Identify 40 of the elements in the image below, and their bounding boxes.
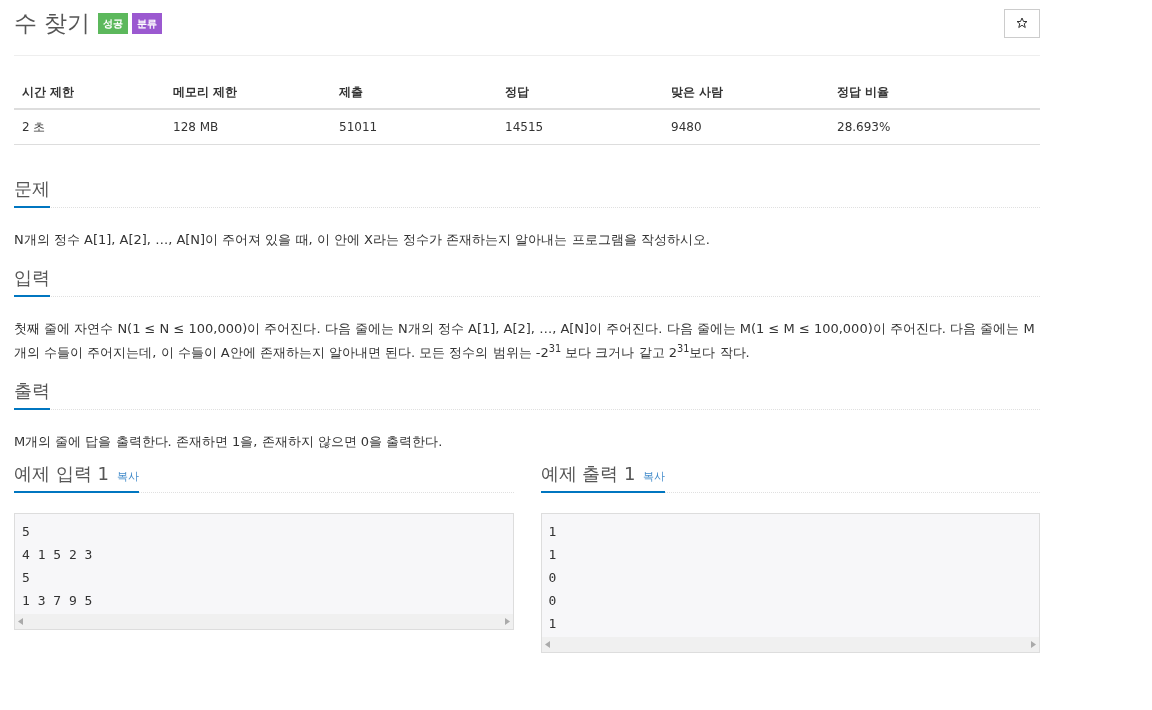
status-badge[interactable]: 분류	[132, 12, 163, 34]
code-line: 5	[22, 568, 31, 587]
scroll-right-arrow-icon[interactable]	[504, 617, 510, 625]
column-header: 정답 비율	[829, 75, 1040, 109]
star-button[interactable]	[1004, 8, 1040, 38]
section-heading: 입력	[14, 265, 50, 290]
scroll-left-arrow-icon[interactable]	[18, 617, 23, 625]
status-badge[interactable]: 성공	[98, 12, 129, 34]
code-line: 4 1 5 2 3	[22, 545, 94, 564]
copy-link[interactable]: 복사	[116, 468, 139, 485]
column-header: 맞은 사람	[663, 75, 829, 109]
table-cell: 14515	[497, 108, 663, 144]
column-header: 시간 제한	[14, 75, 165, 109]
code-line: 5	[22, 522, 31, 541]
description-text: M개의 줄에 답을 출력한다. 존재하면 1을, 존재하지 않으면 0을 출력한다.	[14, 432, 444, 451]
table-cell: 2 초	[14, 108, 165, 144]
section-heading: 예제 입력 1	[14, 461, 109, 486]
column-header: 제출	[331, 75, 497, 109]
section-heading: 예제 출력 1	[540, 461, 636, 486]
code-line: 1 3 7 9 5	[22, 591, 94, 610]
code-line: 0	[548, 568, 558, 587]
scroll-right-arrow-icon[interactable]	[1031, 640, 1036, 648]
description-text: N개의 정수 A[1], A[2], …, A[N]이 주어져 있을 때, 이 안에 X라는 정수가 존재하는지 알아내는 프로그램을 작성하시오.	[14, 230, 711, 249]
code-line: 1	[548, 545, 558, 564]
code-line: 1	[548, 614, 558, 633]
column-header: 메모리 제한	[165, 75, 331, 109]
problem-title: 수 찾기	[14, 9, 91, 38]
section-heading: 문제	[14, 176, 50, 201]
column-header: 정답	[497, 75, 663, 109]
table-cell: 28.693%	[829, 108, 1040, 144]
description-text: 첫째 줄에 자연수 N(1 ≤ N ≤ 100,000)이 주어진다. 다음 줄에는 N개의 정수 A[1], A[2], …, A[N]이 주어진다. 다음 줄에는 M(1 ≤ M ≤ 100,000)이 주어진다. 다음 줄에는 M개의 수들이 주어지는데, 이 수들이 A안에 존재하는지 알아내면 된다. 모든 정수의 범위는 -2$^{31}$ 보다 크거나 같고 2$^{31}$보다 작다.	[14, 319, 1036, 362]
table-cell: 51011	[331, 108, 497, 144]
table-cell: 9480	[663, 108, 829, 144]
code-line: 1	[548, 522, 558, 541]
section-heading: 출력	[14, 378, 50, 403]
star-icon	[1016, 17, 1028, 30]
code-line: 0	[548, 591, 558, 610]
copy-link[interactable]: 복사	[643, 468, 666, 485]
scroll-left-arrow-icon[interactable]	[544, 640, 550, 648]
table-cell: 128 MB	[165, 108, 331, 144]
